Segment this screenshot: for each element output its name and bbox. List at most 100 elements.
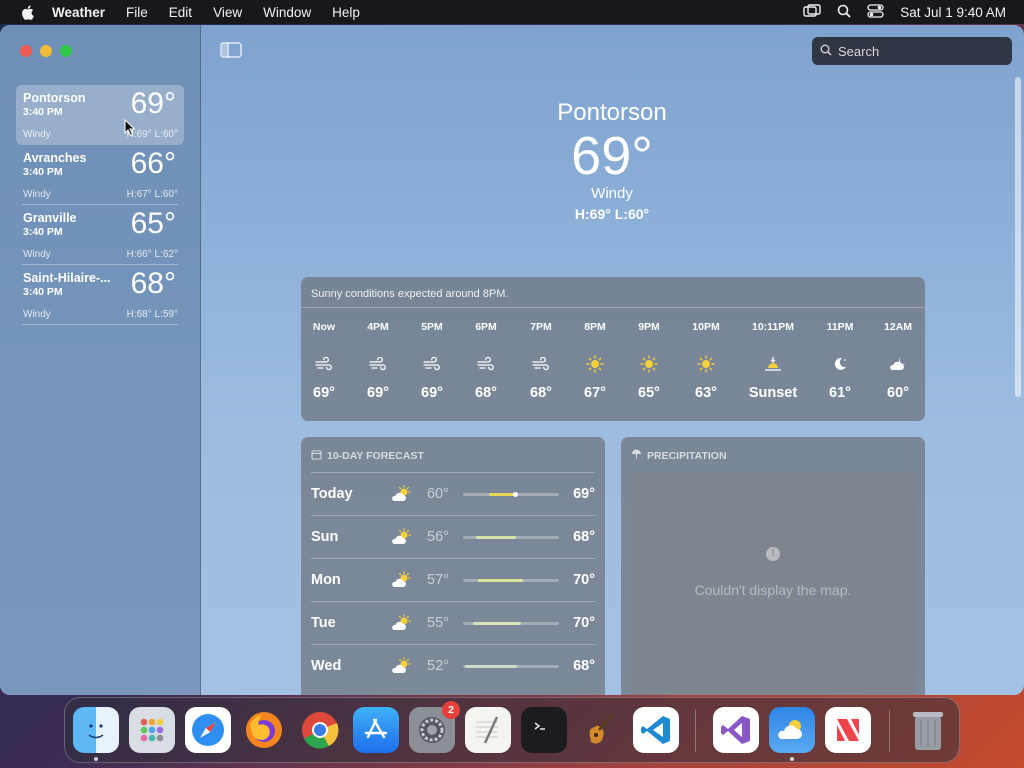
finder-icon[interactable]	[73, 707, 119, 761]
current-temperature: 69°	[571, 126, 653, 186]
window-close-button[interactable]	[20, 45, 32, 57]
firefox-icon[interactable]	[241, 707, 287, 753]
running-indicator	[94, 757, 98, 761]
hour-label: 6PM	[475, 321, 497, 333]
hour-column: 10PM 63°	[676, 321, 736, 401]
news-icon[interactable]	[825, 707, 871, 753]
forecast-row[interactable]: Sun 56° 68°	[311, 515, 595, 558]
precipitation-map[interactable]: ! Couldn't display the map.	[631, 472, 915, 695]
city-name: Granville	[23, 211, 77, 225]
menu-view[interactable]: View	[213, 5, 242, 20]
hour-label: 10PM	[692, 321, 720, 333]
mouse-pointer-icon	[124, 118, 136, 142]
hour-column: 7PM 68°	[511, 321, 571, 401]
system-settings-icon[interactable]: 2	[409, 701, 460, 753]
hourly-strip[interactable]: Now 69° 4PM 69° 5PM 69° 6PM 68° 7PM 68° 8PM 67° 9PM 6…	[301, 321, 925, 417]
menu-file[interactable]: File	[126, 5, 148, 20]
forecast-day: Sun	[311, 529, 339, 545]
menu-help[interactable]: Help	[332, 5, 360, 20]
partly-sunny-icon	[391, 657, 413, 680]
hour-temp: 63°	[695, 385, 717, 401]
weather-app-icon[interactable]	[769, 707, 815, 761]
hour-temp: 61°	[829, 385, 851, 401]
screen-mirroring-icon[interactable]	[803, 3, 821, 21]
launchpad-icon[interactable]	[129, 707, 175, 753]
hour-temp: 69°	[313, 385, 335, 401]
city-item-granville[interactable]: Granville 3:40 PM 65° Windy H:66° L:62°	[16, 205, 184, 265]
hour-temp: 69°	[367, 385, 389, 401]
sunset-icon	[734, 353, 812, 375]
city-item-avranches[interactable]: Avranches 3:40 PM 66° Windy H:67° L:60°	[16, 145, 184, 205]
forecast-high: 68°	[573, 529, 595, 545]
city-condition: Windy	[23, 249, 51, 260]
cloud-moon-icon	[868, 353, 928, 375]
safari-icon[interactable]	[185, 707, 231, 753]
hour-label: 5PM	[421, 321, 443, 333]
city-item-saint-hilaire[interactable]: Saint-Hilaire-... 3:40 PM 68° Windy H:68…	[16, 265, 184, 325]
city-name: Avranches	[23, 151, 87, 165]
city-item-pontorson[interactable]: Pontorson 3:40 PM 69° Windy H:69° L:60°	[16, 85, 184, 145]
temperature-range-bar	[463, 492, 559, 497]
hour-temp: 67°	[584, 385, 606, 401]
forecast-high: 69°	[573, 486, 595, 502]
partly-sunny-icon	[391, 571, 413, 594]
hour-temp: Sunset	[748, 385, 798, 401]
hour-column: 10:11PM Sunset	[734, 321, 812, 401]
app-store-icon[interactable]	[353, 707, 399, 753]
scrollbar[interactable]	[1015, 77, 1021, 397]
vscode-icon[interactable]	[633, 707, 679, 753]
sidebar-toggle-icon[interactable]	[220, 42, 242, 58]
temperature-range-bar	[463, 536, 559, 539]
menu-edit[interactable]: Edit	[169, 5, 192, 20]
precipitation-header: PRECIPITATION	[621, 437, 925, 475]
city-condition: Windy	[23, 309, 51, 320]
forecast-row[interactable]: Tue 55° 70°	[311, 601, 595, 644]
sidebar: Pontorson 3:40 PM 69° Windy H:69° L:60° …	[0, 25, 201, 695]
garageband-icon[interactable]	[577, 707, 623, 753]
forecast-rows: Today 60° 69° Sun 56° 68° Mon 57° 70° Tue 55° 70° We…	[311, 472, 595, 687]
menu-app-name[interactable]: Weather	[52, 5, 105, 20]
apple-menu-icon[interactable]	[19, 5, 35, 20]
precipitation-panel: PRECIPITATION ! Couldn't display the map…	[621, 437, 925, 695]
forecast-row[interactable]: Today 60° 69°	[311, 472, 595, 515]
hour-column: 8PM 67°	[565, 321, 625, 401]
forecast-row[interactable]: Mon 57° 70°	[311, 558, 595, 601]
hour-label: 9PM	[638, 321, 660, 333]
terminal-icon[interactable]	[521, 707, 567, 753]
partly-sunny-icon	[391, 485, 413, 508]
hour-column: 6PM 68°	[456, 321, 516, 401]
temperature-range-bar	[463, 665, 559, 668]
window-zoom-button[interactable]	[60, 45, 72, 57]
hour-label: 11PM	[826, 321, 854, 333]
city-high-low: H:68° L:59°	[126, 309, 178, 320]
window-minimize-button[interactable]	[40, 45, 52, 57]
menu-clock[interactable]: Sat Jul 1 9:40 AM	[900, 5, 1006, 20]
chrome-icon[interactable]	[297, 707, 343, 753]
city-name: Saint-Hilaire-...	[23, 271, 111, 285]
sun-icon	[619, 353, 679, 375]
ten-day-title: 10-DAY FORECAST	[327, 450, 424, 462]
forecast-row[interactable]: Wed 52° 68°	[311, 644, 595, 687]
hour-column: Now 69°	[294, 321, 354, 401]
city-list: Pontorson 3:40 PM 69° Windy H:69° L:60° …	[16, 85, 184, 325]
control-center-icon[interactable]	[867, 3, 884, 21]
spotlight-search-icon[interactable]	[837, 4, 851, 21]
wind-icon	[348, 353, 408, 375]
visual-studio-icon[interactable]	[713, 707, 759, 753]
city-temp: 66°	[130, 147, 176, 180]
textedit-icon[interactable]	[465, 707, 511, 753]
city-name: Pontorson	[23, 91, 86, 105]
hour-column: 9PM 65°	[619, 321, 679, 401]
forecast-low: 57°	[427, 572, 449, 588]
forecast-low: 55°	[427, 615, 449, 631]
trash-icon[interactable]	[905, 707, 951, 753]
hour-label: 10:11PM	[751, 321, 795, 333]
search-icon	[820, 44, 832, 59]
search-field[interactable]: Search	[812, 37, 1012, 65]
menu-window[interactable]: Window	[263, 5, 311, 20]
hour-temp: 65°	[638, 385, 660, 401]
wind-icon	[456, 353, 516, 375]
hour-column: 11PM 61°	[810, 321, 870, 401]
current-high-low: H:69° L:60°	[574, 206, 650, 222]
temperature-range-fill	[464, 665, 517, 668]
